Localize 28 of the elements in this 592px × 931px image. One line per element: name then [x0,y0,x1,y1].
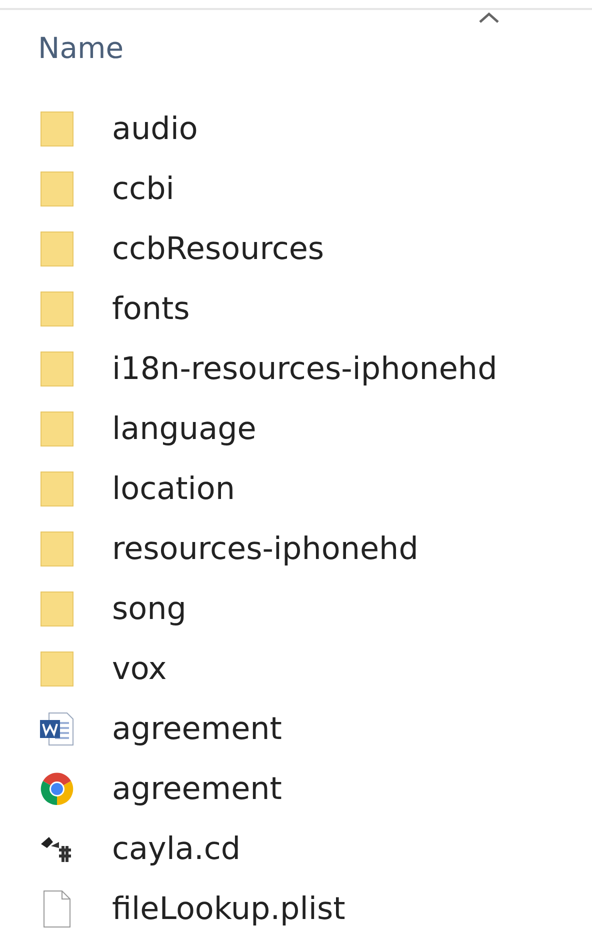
file-name[interactable]: resources-iphonehd [112,531,418,567]
document-icon [42,890,72,928]
file-name[interactable]: fonts [112,291,190,327]
file-name[interactable]: song [112,591,186,627]
folder-icon [40,651,74,687]
file-name[interactable]: agreement [112,711,282,747]
file-name[interactable]: ccbi [112,171,174,207]
browser-icon [39,771,75,807]
folder-icon [40,171,74,207]
file-name[interactable]: vox [112,651,167,687]
folder-icon [40,231,74,267]
file-name[interactable]: fileLookup.plist [112,891,346,927]
folder-icon [40,291,74,327]
file-name[interactable]: i18n-resources-iphonehd [112,351,498,387]
folder-icon [40,531,74,567]
word-document-icon [39,711,75,747]
folder-icon [40,411,74,447]
folder-icon [40,591,74,627]
file-name[interactable]: ccbResources [112,231,324,267]
file-name[interactable]: language [112,411,256,447]
file-name[interactable]: cayla.cd [112,831,241,867]
folder-icon [40,111,74,147]
file-name[interactable]: agreement [112,771,282,807]
name-column-header[interactable]: Name [38,28,124,68]
file-name[interactable]: audio [112,111,198,147]
file-name[interactable]: location [112,471,236,507]
folder-icon [40,351,74,387]
folder-icon [40,471,74,507]
